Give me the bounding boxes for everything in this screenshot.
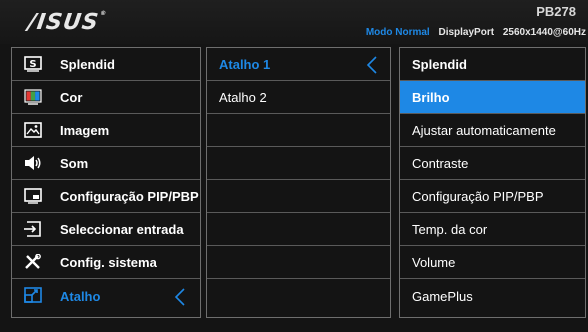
submenu-empty-row <box>207 246 390 279</box>
menu-label: Configuração PIP/PBP <box>60 189 199 204</box>
input-port-status: DisplayPort <box>438 27 495 38</box>
options-title: Splendid <box>400 48 585 81</box>
submenu-empty-row <box>207 279 390 315</box>
menu-item-atalho[interactable]: Atalho <box>12 279 200 315</box>
submenu-item-atalho-2[interactable]: Atalho 2 <box>207 81 390 114</box>
mode-status: Modo Normal <box>365 27 430 38</box>
menu-item-cor[interactable]: Cor <box>12 81 200 114</box>
shortcut-submenu: Atalho 1 Atalho 2 <box>206 47 391 318</box>
menu-item-imagem[interactable]: Imagem <box>12 114 200 147</box>
chevron-left-icon <box>174 287 186 307</box>
pip-pbp-icon <box>24 188 42 204</box>
main-menu: S Splendid Cor Imagem Som Configuração P… <box>11 47 201 318</box>
submenu-empty-row <box>207 213 390 246</box>
submenu-empty-row <box>207 114 390 147</box>
options-panel: Splendid Brilho Ajustar automaticamente … <box>399 47 586 318</box>
speaker-icon <box>25 156 41 170</box>
submenu-empty-row <box>207 180 390 213</box>
resolution-status: 2560x1440@60Hz <box>502 27 586 38</box>
splendid-s-icon: S <box>24 56 42 72</box>
option-temp-cor[interactable]: Temp. da cor <box>400 213 585 246</box>
menu-item-pip-pbp[interactable]: Configuração PIP/PBP <box>12 180 200 213</box>
submenu-empty-row <box>207 147 390 180</box>
menu-label: Cor <box>60 90 83 105</box>
input-select-icon <box>24 221 41 237</box>
status-bar: Modo Normal DisplayPort 2560x1440@60Hz <box>366 27 586 38</box>
option-pip-pbp[interactable]: Configuração PIP/PBP <box>400 180 585 213</box>
chevron-left-icon <box>366 55 378 75</box>
osd-header: /ISUS® PB278 Modo Normal DisplayPort 256… <box>0 0 588 44</box>
menu-item-splendid[interactable]: S Splendid <box>12 48 200 81</box>
menu-label: Splendid <box>60 57 115 72</box>
submenu-label: Atalho 2 <box>219 90 267 105</box>
menu-label: Config. sistema <box>60 255 157 270</box>
option-ajustar-automaticamente[interactable]: Ajustar automaticamente <box>400 114 585 147</box>
model-name: PB278 <box>536 4 576 19</box>
image-icon <box>24 122 42 138</box>
color-palette-icon <box>24 89 42 105</box>
option-gameplus[interactable]: GamePlus <box>400 279 585 315</box>
menu-item-system-setup[interactable]: Config. sistema <box>12 246 200 279</box>
option-brilho[interactable]: Brilho <box>400 81 585 114</box>
tools-icon <box>25 254 41 269</box>
shortcut-icon <box>24 287 42 303</box>
submenu-label: Atalho 1 <box>219 57 271 72</box>
menu-item-input-select[interactable]: Seleccionar entrada <box>12 213 200 246</box>
menu-item-som[interactable]: Som <box>12 147 200 180</box>
option-contraste[interactable]: Contraste <box>400 147 585 180</box>
menu-label: Imagem <box>60 123 110 138</box>
asus-logo: /ISUS® <box>26 10 108 35</box>
menu-label: Seleccionar entrada <box>60 222 184 237</box>
menu-label: Atalho <box>60 289 101 304</box>
svg-text:S: S <box>29 59 36 70</box>
option-volume[interactable]: Volume <box>400 246 585 279</box>
submenu-item-atalho-1[interactable]: Atalho 1 <box>207 48 390 81</box>
menu-label: Som <box>60 156 89 171</box>
